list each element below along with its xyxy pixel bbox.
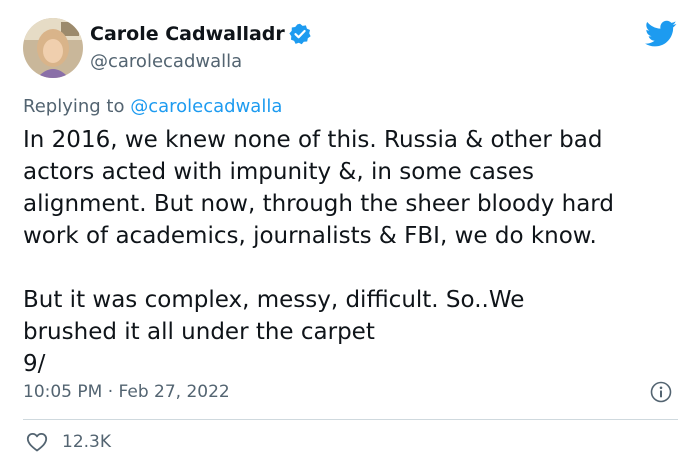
tweet-date: Feb 27, 2022 bbox=[118, 382, 230, 402]
tweet-text-line: actors acted with impunity &, in some ca… bbox=[23, 159, 534, 185]
tweet-text-line: In 2016, we knew none of this. Russia & … bbox=[23, 127, 603, 153]
tweet-text-line: But it was complex, messy, difficult. So… bbox=[23, 287, 525, 313]
replying-to: Replying to @carolecadwalla bbox=[23, 95, 282, 119]
tweet-timestamp[interactable]: 10:05 PM · Feb 27, 2022 bbox=[23, 380, 230, 404]
twitter-bird-icon[interactable] bbox=[645, 20, 677, 48]
tweet-text-line: work of academics, journalists & FBI, we… bbox=[23, 223, 597, 249]
heart-icon[interactable] bbox=[25, 430, 49, 454]
tweet-text-line: 9/ bbox=[23, 351, 46, 377]
timestamp-separator: · bbox=[102, 382, 119, 402]
replying-to-prefix: Replying to bbox=[23, 96, 131, 117]
tweet-time: 10:05 PM bbox=[23, 382, 103, 402]
user-handle[interactable]: @carolecadwalla bbox=[90, 50, 242, 74]
replying-to-link[interactable]: @carolecadwalla bbox=[130, 96, 282, 117]
like-count[interactable]: 12.3K bbox=[62, 430, 111, 454]
tweet-text: In 2016, we knew none of this. Russia & … bbox=[23, 124, 683, 380]
display-name-text: Carole Cadwalladr bbox=[90, 23, 285, 45]
display-name[interactable]: Carole Cadwalladr bbox=[90, 22, 311, 46]
verified-badge-icon bbox=[289, 23, 311, 45]
divider bbox=[23, 419, 678, 420]
avatar[interactable] bbox=[23, 18, 83, 78]
tweet-text-line: brushed it all under the carpet bbox=[23, 319, 375, 345]
tweet-text-line: alignment. But now, through the sheer bl… bbox=[23, 191, 614, 217]
info-icon[interactable] bbox=[650, 381, 672, 403]
